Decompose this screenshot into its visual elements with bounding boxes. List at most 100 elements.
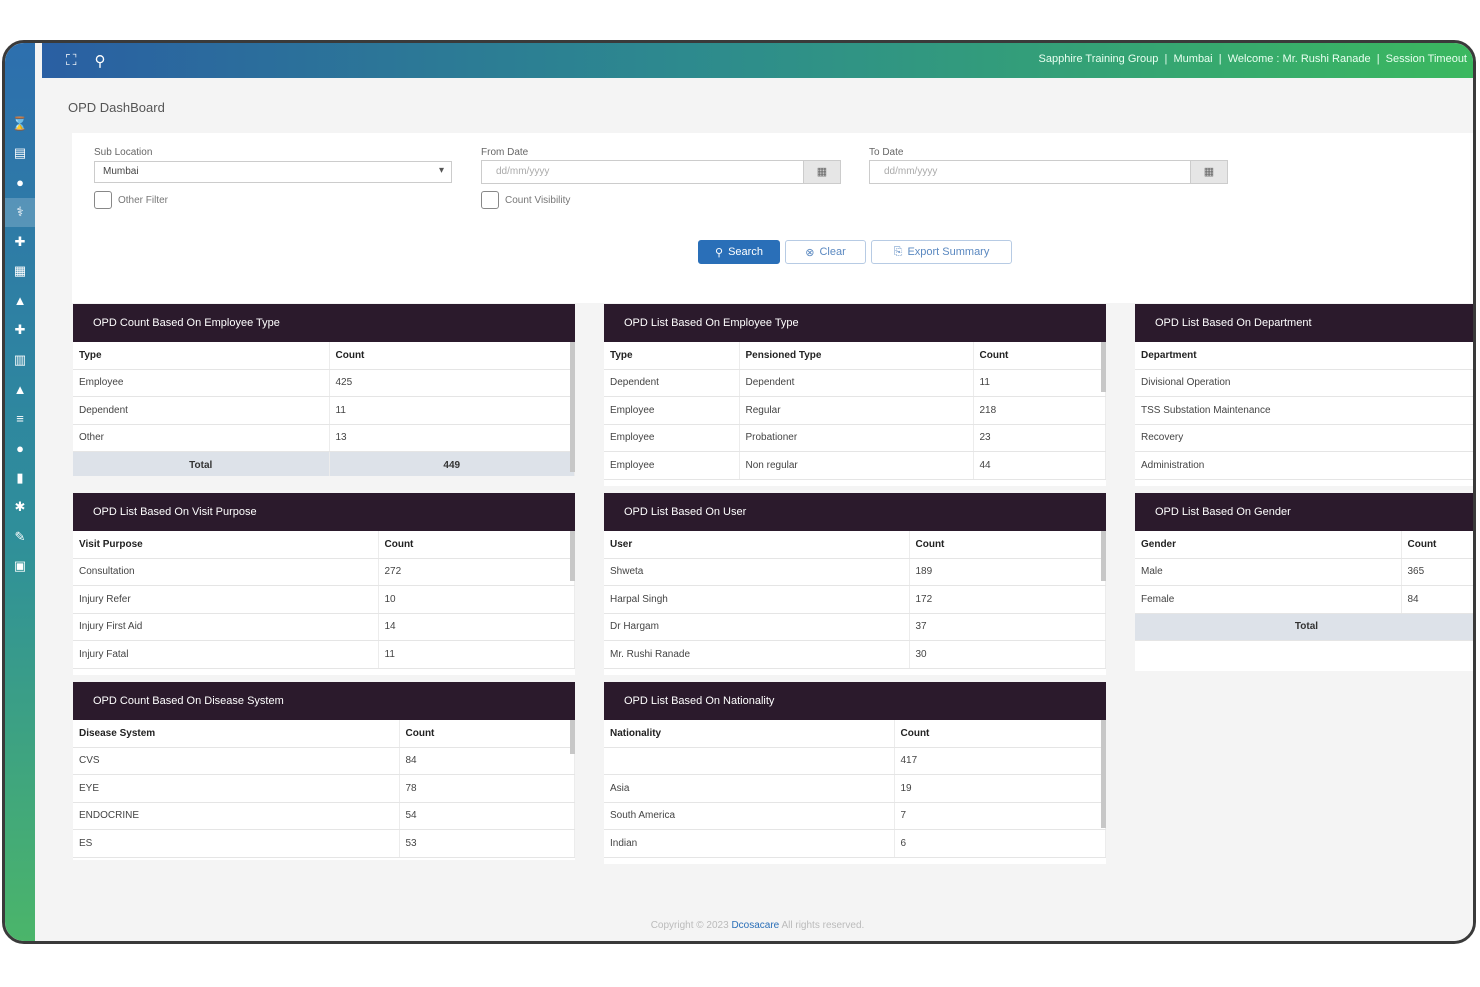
grid-icon[interactable]: ▣ (5, 552, 35, 582)
other-filter-checkbox[interactable]: Other Filter (94, 191, 168, 209)
table-cell: 84 (399, 747, 575, 775)
table-row: Indian 6 (604, 829, 1106, 858)
first-aid-icon[interactable]: ✚ (5, 316, 35, 346)
copyright-text: Copyright © 2023 (650, 920, 729, 931)
table-cell: 7 (894, 802, 1106, 830)
table-cell: 365 (1401, 558, 1473, 586)
scrollbar[interactable] (1101, 720, 1106, 828)
column-header: Pensioned Type (739, 342, 974, 370)
stethoscope-icon[interactable]: ⚕ (5, 197, 35, 227)
table-cell: Dependent (73, 396, 330, 425)
wrench-icon[interactable]: ✎ (5, 522, 35, 552)
column-header: Count (378, 531, 575, 559)
clear-button-label: Clear (819, 246, 846, 258)
checkbox-box[interactable] (481, 191, 499, 209)
main-content: OPD DashBoard Sub Location Mumbai ▾ Othe… (42, 78, 1473, 941)
hourglass-icon[interactable]: ⌛ (5, 109, 35, 139)
scrollbar[interactable] (570, 720, 575, 754)
table-cell: TSS Substation Maintenance (1135, 396, 1473, 425)
table-row: South America 7 (604, 802, 1106, 830)
table-cell: ENDOCRINE (73, 802, 400, 830)
column-header: Count (399, 720, 575, 748)
table-row: Injury Refer 10 (73, 585, 575, 614)
table-cell: 37 (909, 613, 1106, 641)
alert-icon[interactable]: ▲ (5, 375, 35, 405)
export-summary-button[interactable]: ⎘ Export Summary (871, 240, 1012, 264)
calendar-icon[interactable]: ▦ (1190, 161, 1227, 183)
search-button-label: Search (728, 246, 763, 258)
table-cell: Male (1135, 558, 1402, 586)
card-opd-count-disease-system: OPD Count Based On Disease System Diseas… (73, 682, 575, 860)
brand-link[interactable]: Dcosacare (731, 920, 779, 931)
table-cell: Dependent (604, 369, 740, 397)
scrollbar[interactable] (1101, 531, 1106, 581)
to-date-placeholder: dd/mm/yyyy (884, 166, 938, 177)
footer: Copyright © 2023 Dcosacare All rights re… (42, 920, 1473, 931)
fullscreen-icon[interactable]: ⛶ (66, 52, 77, 69)
data-table: Gender Count Male 365 Female 84 Total (1135, 531, 1473, 641)
scrollbar[interactable] (570, 531, 575, 581)
table-cell: 13 (329, 424, 575, 452)
calendar-icon[interactable]: ▦ (803, 161, 840, 183)
count-visibility-checkbox[interactable]: Count Visibility (481, 191, 570, 209)
table-cell: 10 (378, 585, 575, 614)
column-header: Count (1401, 531, 1473, 559)
document-icon[interactable]: ▤ (5, 139, 35, 169)
session-info: Sapphire Training Group | Mumbai | Welco… (1038, 53, 1467, 65)
scrollbar[interactable] (1101, 342, 1106, 392)
to-date-input[interactable]: dd/mm/yyyy ▦ (869, 160, 1228, 184)
column-header: Type (604, 342, 740, 370)
total-label: Total (73, 451, 330, 476)
card-title: OPD Count Based On Employee Type (73, 304, 575, 342)
column-header: Nationality (604, 720, 895, 748)
table-cell: ES (73, 829, 400, 858)
table-cell: 54 (399, 802, 575, 830)
from-date-input[interactable]: dd/mm/yyyy ▦ (481, 160, 841, 184)
table-row: Dr Hargam 37 (604, 613, 1106, 641)
card-title: OPD List Based On Nationality (604, 682, 1106, 720)
table-cell: Asia (604, 774, 895, 803)
table-row: Employee Probationer 23 (604, 424, 1106, 452)
user-icon[interactable]: ● (5, 434, 35, 464)
table-row: Male 365 (1135, 558, 1473, 586)
welcome-text: Welcome : Mr. Rushi Ranade (1227, 53, 1371, 65)
card-title: OPD List Based On Visit Purpose (73, 493, 575, 531)
search-icon[interactable]: ⚲ (95, 52, 106, 70)
data-table: Type Pensioned Type Count Dependent Depe… (604, 342, 1106, 480)
table-cell: Probationer (739, 424, 974, 452)
table-row: Injury Fatal 11 (73, 640, 575, 669)
search-button[interactable]: ⚲ Search (698, 240, 780, 264)
filter-panel: Sub Location Mumbai ▾ Other Filter From … (72, 133, 1473, 303)
table-header-row: Type Count (73, 342, 575, 370)
clipboard-icon[interactable]: ▦ (5, 257, 35, 287)
data-table: Disease System Count CVS 84 EYE 78 ENDOC… (73, 720, 575, 858)
building-icon[interactable]: ▥ (5, 345, 35, 375)
sub-location-select[interactable]: Mumbai ▾ (94, 161, 452, 183)
scrollbar[interactable] (570, 342, 575, 472)
list-icon[interactable]: ≡ (5, 404, 35, 434)
card-opd-list-nationality: OPD List Based On Nationality Nationalit… (604, 682, 1106, 864)
checkbox-box[interactable] (94, 191, 112, 209)
table-row: Shweta 189 (604, 558, 1106, 586)
table-cell: 23 (973, 424, 1106, 452)
card-opd-list-department: OPD List Based On Department Department … (1135, 304, 1473, 486)
table-cell: 78 (399, 774, 575, 803)
table-row: ES 53 (73, 829, 575, 858)
clear-button[interactable]: ⊗ Clear (785, 240, 866, 264)
table-row: TSS Substation Maintenance (1135, 396, 1473, 425)
table-cell: Non regular (739, 451, 974, 480)
table-cell: 84 (1401, 585, 1473, 614)
table-row: CVS 84 (73, 747, 575, 775)
table-cell: 53 (399, 829, 575, 858)
bar-chart-icon[interactable]: ▮ (5, 463, 35, 493)
table-row: Asia 19 (604, 774, 1106, 803)
card-title: OPD List Based On Employee Type (604, 304, 1106, 342)
table-row: Consultation 272 (73, 558, 575, 586)
warning-icon[interactable]: ▲ (5, 286, 35, 316)
medical-box-icon[interactable]: ✚ (5, 227, 35, 257)
other-filter-label: Other Filter (118, 194, 169, 206)
chat-icon[interactable]: ● (5, 168, 35, 198)
settings-icon[interactable]: ✱ (5, 493, 35, 523)
table-cell: Regular (739, 396, 974, 425)
table-cell: 272 (378, 558, 575, 586)
